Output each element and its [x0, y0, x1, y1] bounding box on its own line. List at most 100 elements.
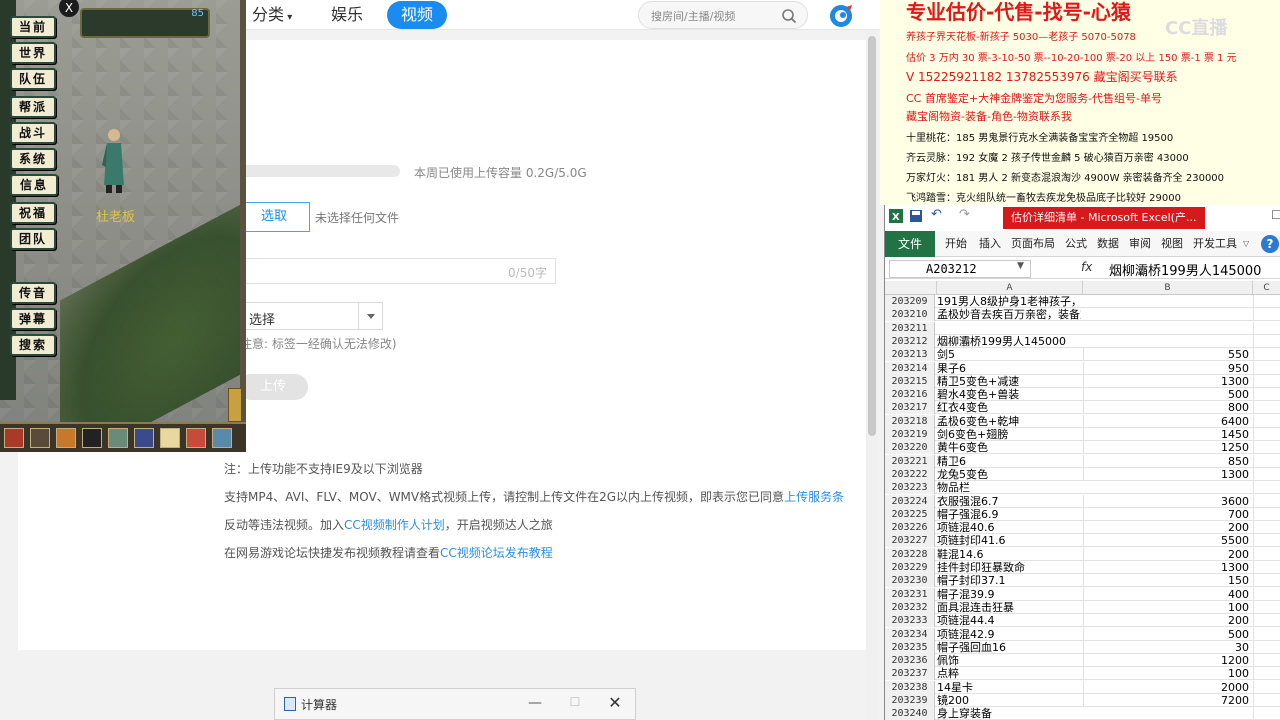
table-row[interactable]: 203212 烟柳灞桥199男人145000	[885, 334, 1280, 348]
cell-b[interactable]: 3600	[1083, 494, 1251, 508]
table-row[interactable]: 203231 帽子混39.9 400	[885, 587, 1280, 601]
table-row[interactable]: 203209191男人8级护身1老神孩子，传世燃灯4阶圣灵混	[885, 295, 1280, 308]
row-number[interactable]: 203212	[885, 334, 935, 348]
tab-view[interactable]: 视图	[1161, 231, 1183, 257]
table-row[interactable]: 203223 物品栏	[885, 481, 1280, 495]
table-row[interactable]: 203211	[885, 321, 1280, 335]
chat-tab-guild[interactable]: 帮派	[10, 96, 56, 118]
cell-a[interactable]: 碧水4变色+兽装	[937, 388, 1081, 401]
cell-c[interactable]	[1253, 494, 1280, 508]
cell-c[interactable]	[1253, 667, 1280, 681]
table-row[interactable]: 203235 帽子强回血16 30	[885, 640, 1280, 654]
chevron-down-icon[interactable]	[358, 303, 382, 329]
save-icon[interactable]	[909, 209, 923, 223]
npc-character[interactable]	[98, 125, 130, 195]
cell-b[interactable]: 100	[1083, 667, 1251, 681]
cell-c[interactable]	[1253, 334, 1280, 348]
cell-a[interactable]: 精卫6	[937, 455, 1081, 468]
nav-video[interactable]: 视频	[387, 1, 447, 29]
cell-b[interactable]: 500	[1083, 388, 1251, 402]
cell-b[interactable]: 6400	[1083, 414, 1251, 428]
cell-c[interactable]	[1253, 414, 1280, 428]
table-row[interactable]: 203221 精卫6 850	[885, 454, 1280, 468]
cell-a[interactable]: 黄牛6变色	[937, 441, 1081, 454]
table-row[interactable]: 203213 剑5 550	[885, 348, 1280, 362]
cc-logo-icon[interactable]	[828, 3, 854, 29]
table-row[interactable]: 203224 衣服强混6.7 3600	[885, 494, 1280, 508]
hotbar-slot-3[interactable]	[56, 428, 76, 448]
cell-b[interactable]: 500	[1083, 627, 1251, 641]
tab-data[interactable]: 数据	[1097, 231, 1119, 257]
cell-a[interactable]: 果子6	[937, 362, 1081, 375]
chat-tab-blessing[interactable]: 祝福	[10, 202, 56, 224]
tab-review[interactable]: 审阅	[1129, 231, 1151, 257]
row-number[interactable]: 203215	[885, 374, 935, 388]
cell-c[interactable]	[1253, 654, 1280, 668]
cell-a[interactable]: 孟极妙音去疾百万亲密，装备宝宝齐全	[937, 308, 1081, 321]
name-box[interactable]: A203212	[889, 260, 1031, 278]
row-number[interactable]: 203240	[885, 707, 935, 720]
video-title-input[interactable]: 0/50字	[238, 258, 556, 284]
maximize-icon[interactable]: ☐	[1271, 208, 1280, 222]
cell-c[interactable]	[1253, 401, 1280, 415]
row-number[interactable]: 203214	[885, 361, 935, 375]
cell-c[interactable]	[1253, 441, 1280, 455]
formula-input[interactable]: 烟柳灞桥199男人145000	[1109, 260, 1261, 279]
cell-c[interactable]	[1253, 627, 1280, 641]
cell-a[interactable]: 面具混连击狂暴	[937, 601, 1081, 614]
cell-a[interactable]: 龙兔5变色	[937, 468, 1081, 481]
row-number[interactable]: 203210	[885, 308, 935, 322]
column-header-a[interactable]: A	[937, 281, 1083, 295]
cell-a[interactable]: 191男人8级护身1老神孩子，传世燃灯4阶圣灵混	[937, 295, 1081, 308]
search-icon[interactable]	[781, 8, 797, 24]
cell-a[interactable]: 物品栏	[937, 481, 1081, 494]
chevron-down-icon[interactable]: ▼	[1017, 261, 1024, 271]
table-row[interactable]: 203228 鞋混14.6 200	[885, 547, 1280, 561]
undo-icon[interactable]: ↶	[931, 207, 942, 222]
cell-b[interactable]: 200	[1083, 614, 1251, 628]
cell-c[interactable]	[1253, 481, 1280, 495]
cell-c[interactable]	[1253, 680, 1280, 694]
search-box[interactable]: 搜房间/主播/视频	[638, 1, 808, 29]
excel-window[interactable]: X ↶ ↷ 估价详细清单 - Microsoft Excel(产... ☐ 文件…	[884, 205, 1280, 720]
cell-b[interactable]: 2000	[1083, 680, 1251, 694]
cell-a[interactable]: 烟柳灞桥199男人145000	[937, 335, 1081, 348]
tab-developer[interactable]: 开发工具	[1193, 231, 1237, 257]
row-number[interactable]: 203219	[885, 428, 935, 441]
cell-b[interactable]: 200	[1083, 521, 1251, 535]
redo-icon[interactable]: ↷	[959, 207, 970, 222]
cell-c[interactable]	[1253, 640, 1280, 654]
chat-tab-info[interactable]: 信息	[10, 174, 58, 196]
column-header-b[interactable]: B	[1083, 281, 1253, 295]
help-icon[interactable]: ?	[1261, 235, 1279, 253]
cell-c[interactable]	[1253, 574, 1280, 588]
row-number[interactable]: 203226	[885, 521, 935, 535]
table-row[interactable]: 203236 佩饰 1200	[885, 654, 1280, 668]
row-number[interactable]: 203228	[885, 547, 935, 561]
cell-b[interactable]: 1300	[1083, 561, 1251, 574]
row-number[interactable]: 203237	[885, 667, 935, 681]
cell-b[interactable]: 800	[1083, 401, 1251, 415]
forum-tutorial-link[interactable]: CC视频论坛发布教程	[440, 546, 553, 560]
row-number[interactable]: 203213	[885, 348, 935, 362]
cell-b[interactable]: 30	[1083, 640, 1251, 654]
cell-a[interactable]: 镜200	[937, 694, 1081, 707]
cell-a[interactable]: 红衣4变色	[937, 401, 1081, 414]
table-row[interactable]: 203220 黄牛6变色 1250	[885, 441, 1280, 455]
chat-tab-whisper[interactable]: 传音	[10, 282, 56, 304]
table-row[interactable]: 203233 项链混44.4 200	[885, 614, 1280, 628]
cell-b[interactable]: 5500	[1083, 534, 1251, 548]
column-header-c[interactable]: C	[1253, 281, 1280, 295]
row-number[interactable]: 203238	[885, 680, 935, 694]
calculator-window[interactable]: 计算器 — ☐ ✕	[274, 688, 636, 720]
chat-tab-world[interactable]: 世界	[10, 42, 56, 64]
cell-c[interactable]	[1253, 507, 1280, 521]
table-row[interactable]: 203225 帽子强混6.9 700	[885, 507, 1280, 521]
cell-b[interactable]: 7200	[1083, 694, 1251, 707]
row-number[interactable]: 203218	[885, 414, 935, 428]
table-row[interactable]: 203216 碧水4变色+兽装 500	[885, 388, 1280, 402]
row-number[interactable]: 203222	[885, 467, 935, 481]
cell-a[interactable]: 帽子强混6.9	[937, 508, 1081, 521]
search-input[interactable]: 搜房间/主播/视频	[651, 8, 735, 24]
cell-c[interactable]	[1253, 587, 1280, 601]
